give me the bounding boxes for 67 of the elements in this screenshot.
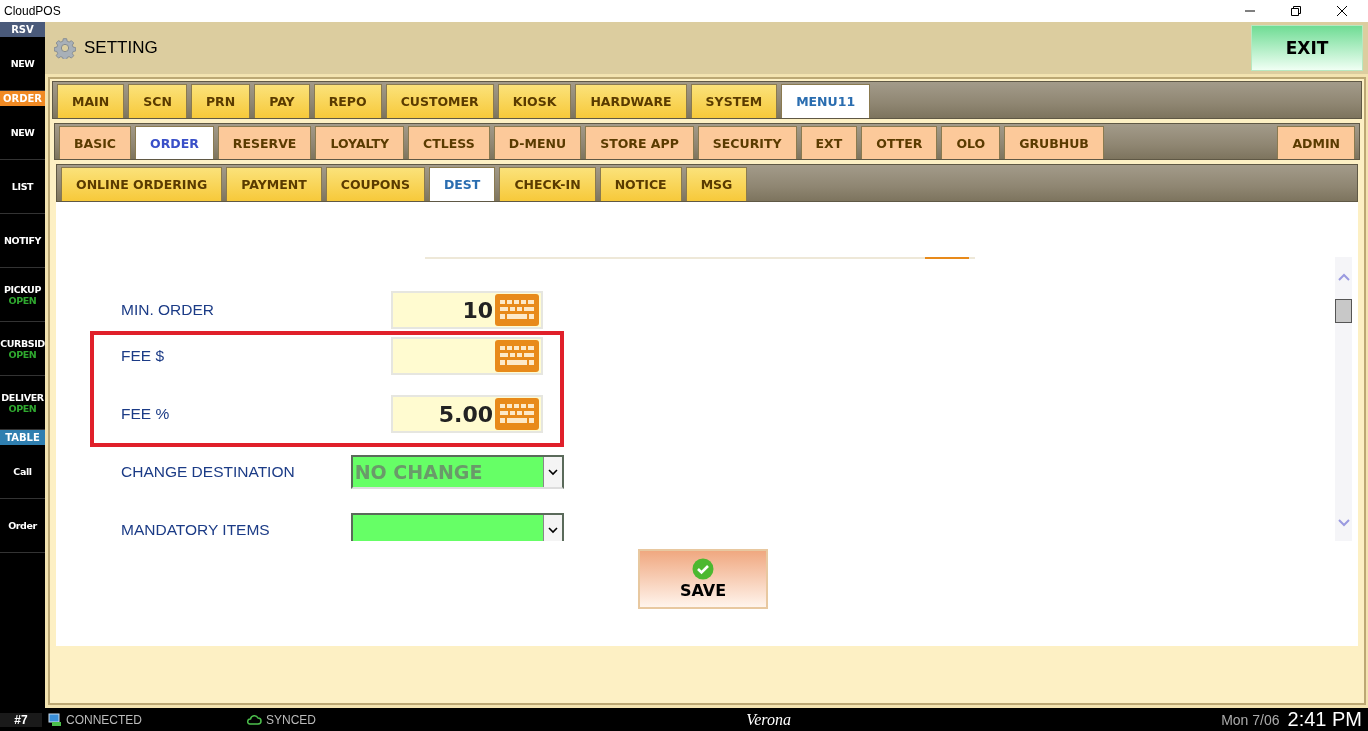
tab[interactable]: RESERVE [217, 126, 312, 159]
connection-status: CONNECTED [66, 712, 142, 727]
gear-icon [54, 37, 76, 59]
sidebar-section-header: TABLE [0, 430, 45, 445]
number-field[interactable] [391, 337, 543, 375]
tab[interactable]: D-MENU [493, 126, 582, 159]
station-number: #7 [0, 712, 42, 727]
dropdown[interactable] [350, 513, 564, 541]
scroll-down-icon[interactable] [1337, 519, 1350, 527]
tab[interactable]: EXT [800, 126, 858, 159]
tab[interactable]: SYSTEM [690, 84, 778, 118]
tab[interactable]: DEST [428, 167, 496, 201]
check-icon [692, 558, 714, 580]
keyboard-icon[interactable] [495, 398, 539, 430]
tab[interactable]: MENU11 [781, 84, 871, 118]
number-field[interactable]: 10 [391, 291, 543, 329]
tab[interactable]: OLO [941, 126, 1001, 159]
tab[interactable]: CHECK-IN [499, 167, 596, 201]
tab[interactable]: MSG [685, 167, 748, 201]
field-label: FEE % [121, 405, 171, 423]
tab[interactable]: SCN [128, 84, 187, 118]
restore-icon[interactable] [1290, 5, 1302, 17]
tab[interactable]: STORE APP [585, 126, 694, 159]
tab[interactable]: BASIC [59, 126, 132, 159]
sync-status: SYNCED [266, 712, 317, 727]
exit-button[interactable]: EXIT [1251, 25, 1363, 71]
chevron-down-icon [548, 526, 558, 534]
admin-tab[interactable]: ADMIN [1277, 126, 1355, 159]
store-name: Verona [746, 710, 791, 729]
save-button[interactable]: SAVE [638, 549, 768, 609]
tab[interactable]: CUSTOMER [385, 84, 494, 118]
tab[interactable]: GRUBHUB [1004, 126, 1104, 159]
tab[interactable]: SECURITY [697, 126, 797, 159]
window-title: CloudPOS [4, 4, 61, 18]
sidebar-section-header: ORDER [0, 91, 45, 106]
field-label: CHANGE DESTINATION [121, 463, 296, 481]
tab[interactable]: ORDER [135, 126, 214, 159]
field-label: MIN. ORDER [121, 301, 215, 319]
tab[interactable]: NOTICE [599, 167, 682, 201]
scrollbar[interactable] [1335, 257, 1352, 541]
tab[interactable]: ONLINE ORDERING [61, 167, 223, 201]
tab[interactable]: REPO [313, 84, 382, 118]
close-icon[interactable] [1336, 5, 1348, 17]
tab[interactable]: HARDWARE [575, 84, 687, 118]
cloud-icon [246, 714, 262, 725]
tab[interactable]: CTLESS [408, 126, 490, 159]
tab[interactable]: OTTER [861, 126, 938, 159]
tab[interactable]: PAYMENT [226, 167, 322, 201]
tab[interactable]: LOYALTY [315, 126, 405, 159]
tab[interactable]: PAY [254, 84, 310, 118]
field-label: MANDATORY ITEMS [121, 521, 271, 539]
field-label: FEE $ [121, 347, 166, 365]
number-field[interactable]: 5.00 [391, 395, 543, 433]
sidebar-section-header: RSV [0, 22, 45, 37]
scrollbar-thumb[interactable] [1335, 299, 1352, 323]
clock: 2:41 PM [1287, 708, 1362, 731]
tab[interactable]: KIOSK [497, 84, 572, 118]
chevron-down-icon [548, 468, 558, 476]
tab[interactable]: COUPONS [325, 167, 425, 201]
scroll-up-icon[interactable] [1337, 273, 1350, 281]
network-icon [48, 713, 62, 726]
page-title: SETTING [84, 38, 158, 58]
tab[interactable]: MAIN [57, 84, 125, 118]
date: Mon 7/06 [1221, 711, 1280, 728]
keyboard-icon[interactable] [495, 340, 539, 372]
tab[interactable]: PRN [190, 84, 251, 118]
keyboard-icon[interactable] [495, 294, 539, 326]
